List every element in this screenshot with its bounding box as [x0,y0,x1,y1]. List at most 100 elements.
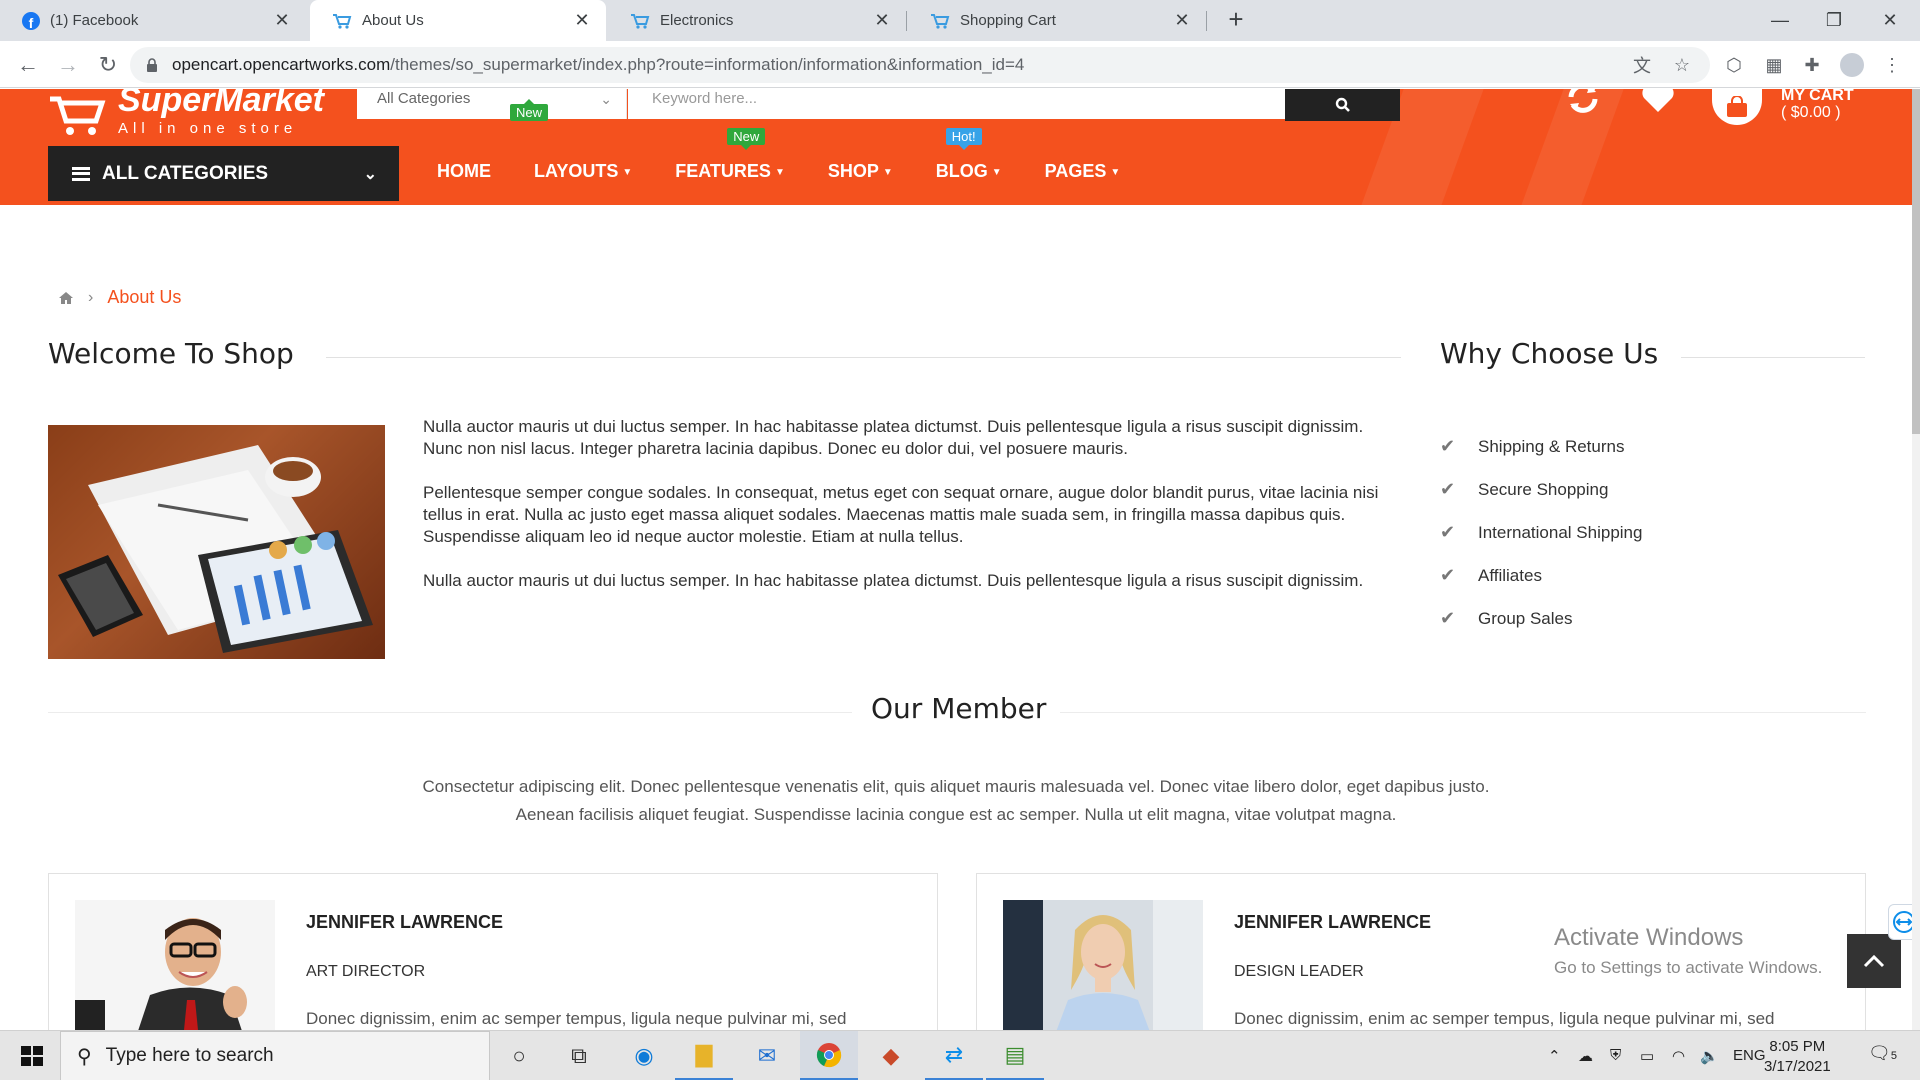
member-heading: Our Member [871,692,1047,725]
search-button[interactable] [1285,89,1400,121]
caret-down-icon: ▼ [622,166,633,178]
address-bar[interactable]: opencart.opencartworks.com/themes/so_sup… [130,47,1710,83]
member-role: DESIGN LEADER [1234,963,1364,980]
tab-separator [906,11,907,31]
lock-icon [147,58,157,72]
breadcrumb-current[interactable]: About Us [107,287,181,308]
chrome-icon[interactable] [800,1031,858,1080]
bookmark-star-icon[interactable]: ☆ [1670,53,1694,77]
why-item[interactable]: ✔ Group Sales [1440,597,1642,640]
show-hidden-icons[interactable]: ⌃ [1548,1047,1561,1065]
menu-kebab-icon[interactable]: ⋮ [1880,53,1904,77]
scroll-to-top-button[interactable] [1847,934,1901,988]
member-portrait [75,900,275,1032]
profile-avatar-icon[interactable] [1840,53,1864,77]
minimize-button[interactable]: — [1752,0,1808,41]
tab-about-us[interactable]: About Us ✕ [310,0,606,41]
windows-start-icon[interactable] [12,1043,52,1069]
nav-features-label: FEATURES [675,161,771,181]
chevron-down-icon: ⌄ [363,165,377,183]
windows-taskbar: ⚲ Type here to search ○ ⧉ ◉ ▇ ✉ ◆ ⇄ ▤ ⌃ … [0,1030,1920,1080]
divider [1060,712,1866,713]
home-icon[interactable] [58,291,74,305]
nav-shop[interactable]: SHOP ▼ [828,161,893,191]
task-view-icon[interactable]: ⧉ [550,1031,608,1080]
mail-icon[interactable]: ✉ [738,1031,796,1080]
edge-icon[interactable]: ◉ [615,1031,673,1080]
scrollbar-thumb[interactable] [1912,89,1920,434]
compare-icon[interactable] [1566,89,1600,113]
site-logo[interactable]: SuperMarket All in one store [48,89,324,137]
nav-blog[interactable]: Hot! BLOG ▼ [936,128,1002,191]
caret-down-icon: ▼ [774,166,785,178]
search-input[interactable]: Keyword here... [628,89,1285,119]
extension-cube-icon[interactable]: ⬡ [1722,53,1746,77]
why-item[interactable]: ✔ Shipping & Returns [1440,425,1642,468]
tab-title: About Us [362,12,424,29]
close-icon[interactable]: ✕ [1172,10,1192,31]
main-navigation: HOME LAYOUTS ▼ New FEATURES ▼ SHOP ▼ Hot! B… [437,128,1163,191]
nav-layouts[interactable]: LAYOUTS ▼ [534,161,632,191]
tab-shopping-cart[interactable]: Shopping Cart ✕ [908,0,1206,41]
clock-date: 3/17/2021 [1764,1058,1831,1075]
close-window-button[interactable]: ✕ [1862,0,1918,41]
member-role: ART DIRECTOR [306,963,426,980]
notifications-icon[interactable]: 🗨5 [1868,1043,1897,1064]
system-clock[interactable]: 8:05 PM 3/17/2021 [1764,1037,1831,1077]
onedrive-icon[interactable]: ☁ [1578,1047,1593,1065]
search-icon [1335,97,1350,112]
extension-film-icon[interactable]: ▦ [1762,53,1786,77]
shopping-bag-icon [1727,96,1747,117]
tab-electronics[interactable]: Electronics ✕ [608,0,906,41]
url-path: /themes/so_supermarket/index.php?route=i… [390,55,1025,74]
watermark-title: Activate Windows [1554,924,1744,951]
back-button[interactable]: ← [12,49,44,81]
check-icon: ✔ [1440,479,1456,499]
security-icon[interactable]: ⛨ [1610,1047,1621,1064]
why-item[interactable]: ✔ Secure Shopping [1440,468,1642,511]
nav-home[interactable]: HOME [437,161,491,191]
tab-title: Electronics [660,12,734,29]
translate-icon[interactable]: 文 [1630,53,1654,77]
about-text: Nulla auctor mauris ut dui luctus semper… [423,416,1403,614]
spreadsheet-app-icon[interactable]: ▤ [986,1031,1044,1080]
all-categories-label: ALL CATEGORIES [102,162,269,184]
forward-button[interactable]: → [52,49,84,81]
cart-logo-icon [50,96,106,135]
nav-features[interactable]: New FEATURES ▼ [675,128,785,191]
nav-shop-label: SHOP [827,161,879,181]
wishlist-heart-icon[interactable] [1640,89,1676,113]
chevron-down-icon: ⌄ [600,91,612,107]
extensions-puzzle-icon[interactable]: ✚ [1800,53,1824,77]
reload-button[interactable]: ↻ [92,49,124,81]
battery-icon[interactable]: ▭ [1640,1047,1654,1065]
close-icon[interactable]: ✕ [572,10,592,31]
cortana-icon[interactable]: ○ [490,1031,548,1080]
teamviewer-taskbar-icon[interactable]: ⇄ [925,1031,983,1080]
divider [1681,357,1865,358]
app-icon[interactable]: ◆ [862,1031,920,1080]
all-categories-button[interactable]: ALL CATEGORIES ⌄ [48,146,399,201]
tab-title: Shopping Cart [960,12,1056,29]
cart-total[interactable]: ( $0.00 ) [1781,104,1841,122]
category-select[interactable]: All Categories ⌄ [357,89,627,119]
volume-icon[interactable]: 🔈 [1700,1047,1719,1065]
url-text: opencart.opencartworks.com/themes/so_sup… [172,55,1024,75]
close-icon[interactable]: ✕ [272,10,292,31]
about-paragraph: Pellentesque semper congue sodales. In c… [423,483,1379,546]
divider [48,712,852,713]
about-image [48,425,385,659]
activate-windows-watermark: Activate Windows Go to Settings to activ… [1554,924,1822,978]
tab-facebook[interactable]: f (1) Facebook ✕ [0,0,306,41]
language-indicator[interactable]: ENG [1733,1047,1766,1064]
why-item[interactable]: ✔ Affiliates [1440,554,1642,597]
taskbar-search-box[interactable]: ⚲ Type here to search [60,1031,490,1080]
new-tab-button[interactable]: + [1222,6,1250,34]
cart-button[interactable] [1712,89,1762,125]
wifi-icon[interactable]: ◠ [1672,1047,1685,1065]
nav-pages[interactable]: PAGES ▼ [1045,161,1121,191]
why-item[interactable]: ✔ International Shipping [1440,511,1642,554]
close-icon[interactable]: ✕ [872,10,892,31]
restore-button[interactable]: ❐ [1806,0,1862,41]
file-explorer-icon[interactable]: ▇ [675,1031,733,1080]
